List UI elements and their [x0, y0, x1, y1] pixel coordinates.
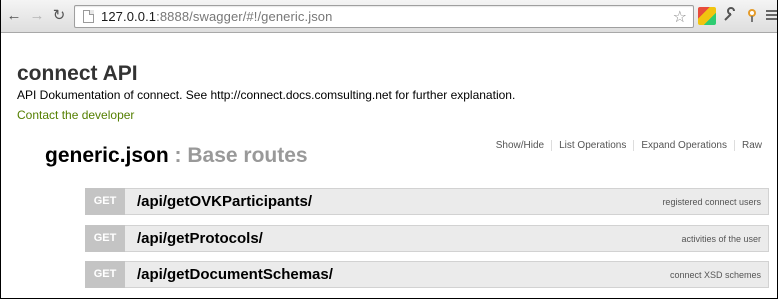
contact-developer-link[interactable]: Contact the developer	[17, 108, 134, 122]
http-method-badge[interactable]: GET	[85, 188, 125, 215]
endpoint-bar[interactable]: /api/getProtocols/ activities of the use…	[125, 225, 769, 252]
resource-description: : Base routes	[168, 144, 308, 167]
browser-toolbar: ← → ↻ 127.0.0.1:8888/swagger/#!/generic.…	[1, 0, 777, 33]
raw-link[interactable]: Raw	[735, 140, 762, 151]
endpoint-bar[interactable]: /api/getDocumentSchemas/ connect XSD sch…	[125, 261, 769, 288]
http-method-badge[interactable]: GET	[85, 261, 125, 288]
endpoint-summary: registered connect users	[662, 197, 761, 207]
address-bar[interactable]: 127.0.0.1:8888/swagger/#!/generic.json ☆	[74, 5, 694, 28]
http-method-badge[interactable]: GET	[85, 225, 125, 252]
url-path: :8888/swagger/#!/generic.json	[156, 9, 333, 24]
endpoint-summary: activities of the user	[681, 234, 761, 244]
bookmark-star-icon[interactable]: ☆	[673, 7, 687, 27]
page-icon	[83, 10, 94, 23]
wrench-icon[interactable]	[721, 7, 739, 25]
endpoint-bar[interactable]: /api/getOVKParticipants/ registered conn…	[125, 188, 769, 215]
url-host: 127.0.0.1	[101, 9, 157, 24]
endpoint-path[interactable]: /api/getProtocols/	[137, 230, 263, 247]
endpoint-path[interactable]: /api/getOVKParticipants/	[137, 193, 312, 210]
endpoint-summary: connect XSD schemes	[669, 270, 761, 280]
reload-icon[interactable]: ↻	[49, 6, 69, 26]
page-content: connect API API Dokumentation of connect…	[1, 34, 777, 298]
forward-arrow-icon[interactable]: →	[27, 6, 47, 26]
settings-icon[interactable]	[763, 7, 777, 25]
gear-icon[interactable]	[743, 7, 761, 25]
api-description: API Dokumentation of connect. See http:/…	[17, 88, 516, 102]
endpoint-path[interactable]: /api/getDocumentSchemas/	[137, 266, 333, 283]
url-text[interactable]: 127.0.0.1:8888/swagger/#!/generic.json	[101, 9, 332, 24]
list-operations-link[interactable]: List Operations	[552, 140, 635, 151]
show-hide-link[interactable]: Show/Hide	[489, 140, 553, 151]
resource-name[interactable]: generic.json	[45, 144, 169, 167]
extension-icon[interactable]	[698, 7, 716, 25]
back-arrow-icon[interactable]: ←	[4, 6, 24, 26]
endpoint-row[interactable]: GET /api/getOVKParticipants/ registered …	[85, 188, 769, 215]
resource-heading[interactable]: generic.json : Base routes	[45, 144, 308, 168]
resource-operations: Show/Hide List Operations Expand Operation…	[489, 140, 762, 151]
browser-window: ← → ↻ 127.0.0.1:8888/swagger/#!/generic.…	[1, 0, 777, 298]
endpoint-row[interactable]: GET /api/getProtocols/ activities of the…	[85, 225, 769, 252]
endpoint-row[interactable]: GET /api/getDocumentSchemas/ connect XSD…	[85, 261, 769, 288]
api-title: connect API	[17, 62, 138, 85]
expand-operations-link[interactable]: Expand Operations	[634, 140, 735, 151]
